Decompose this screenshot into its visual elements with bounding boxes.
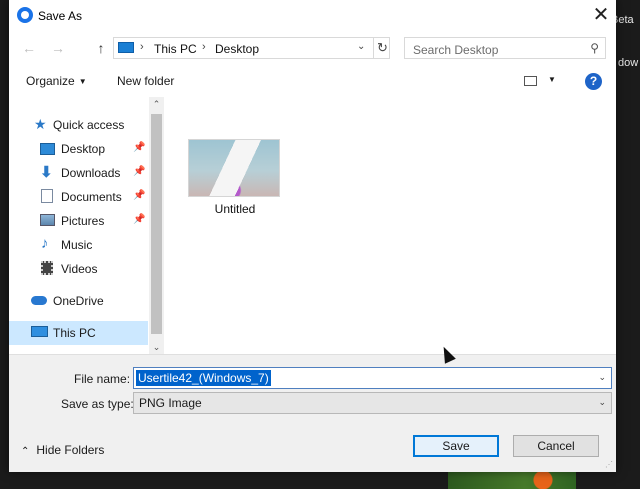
cancel-button[interactable]: Cancel [513,435,599,457]
address-bar[interactable]: › This PC › Desktop ⌄ ↻ [113,37,390,59]
help-icon[interactable]: ? [585,73,602,90]
title-bar: Save As ✕ [9,0,616,31]
back-arrow-icon[interactable]: ← [19,38,39,58]
save-as-dialog: Save As ✕ ← → ↑ › This PC › Desktop ⌄ ↻ … [9,0,616,472]
file-thumbnail [188,139,280,197]
sidebar-item-videos[interactable]: Videos [9,257,149,281]
search-icon: ⚲ [590,41,599,55]
new-folder-button[interactable]: New folder [117,74,174,88]
sidebar-item-label: Documents [61,190,122,204]
documents-icon [41,189,53,203]
pin-icon[interactable]: 📌 [133,166,145,177]
up-arrow-icon[interactable]: ↑ [91,38,111,58]
save-button[interactable]: Save [413,435,499,457]
file-name-value[interactable]: Usertile42_(Windows_7) [136,370,271,386]
file-name-label: File name: [74,372,131,386]
command-toolbar: Organize ▼ New folder ▼ ? [9,66,616,96]
sidebar-item-this-pc[interactable]: This PC [9,321,148,345]
close-button[interactable]: ✕ [586,0,616,31]
breadcrumb-this-pc[interactable]: This PC [154,42,197,56]
file-item-untitled[interactable]: Untitled [187,138,283,218]
pin-icon[interactable]: 📌 [133,214,145,225]
chevron-down-icon[interactable]: ⌄ [598,397,606,408]
hide-folders-label: Hide Folders [36,443,105,457]
background-window-text: dow [618,57,639,69]
chevron-right-icon[interactable]: › [140,41,144,53]
sidebar-item-music[interactable]: ♪ Music [9,233,149,257]
search-input[interactable] [411,41,583,58]
sidebar-item-quick-access[interactable]: ★ Quick access [9,113,149,137]
breadcrumb-desktop[interactable]: Desktop [215,42,259,56]
music-note-icon: ♪ [41,235,49,252]
sidebar-item-label: Music [61,238,93,252]
save-type-label: Save as type: [61,397,134,411]
star-icon: ★ [34,116,47,132]
view-options-icon[interactable] [524,76,537,86]
pin-icon[interactable]: 📌 [133,190,145,201]
scroll-down-icon[interactable]: ⌄ [149,340,164,354]
pictures-icon [40,214,55,226]
navigation-row: ← → ↑ › This PC › Desktop ⌄ ↻ ⚲ [9,35,616,61]
sidebar-item-downloads[interactable]: ⬇ Downloads 📌 [9,161,149,185]
organize-label: Organize [26,74,75,88]
cloud-icon [31,296,47,305]
sidebar-item-label: Desktop [61,142,106,156]
desktop-folder-icon [40,143,55,155]
chrome-app-icon [17,7,33,23]
film-strip-icon [41,261,53,275]
scroll-up-icon[interactable]: ⌃ [149,97,164,111]
refresh-icon[interactable]: ↻ [373,38,391,58]
caret-down-icon[interactable]: ▼ [548,75,556,84]
hide-folders-button[interactable]: ⌃ Hide Folders [21,443,104,457]
resize-grip-icon[interactable]: ⋰ [605,460,613,469]
sidebar-item-label: OneDrive [53,294,104,308]
save-options-panel: File name: Usertile42_(Windows_7) ⌄ Save… [9,354,616,472]
chevron-down-icon[interactable]: ⌄ [598,372,606,383]
sidebar-item-label: Quick access [53,118,125,132]
sidebar-item-desktop[interactable]: Desktop 📌 [9,137,149,161]
sidebar-item-label: Videos [61,262,98,276]
window-title: Save As [38,9,83,23]
navigation-scrollbar[interactable]: ⌃ ⌄ [149,97,164,354]
search-box[interactable]: ⚲ [404,37,606,59]
background-photo [448,470,576,489]
sidebar-item-onedrive[interactable]: OneDrive [9,289,149,313]
organize-button[interactable]: Organize ▼ [26,74,87,88]
file-list-area[interactable]: Untitled [165,97,616,354]
computer-icon [31,326,48,337]
save-type-select[interactable]: PNG Image ⌄ [133,392,612,414]
sidebar-item-label: This PC [53,326,96,340]
chevron-right-icon[interactable]: › [202,41,206,53]
sidebar-item-label: Downloads [61,166,121,180]
computer-icon [118,42,134,53]
forward-arrow-icon[interactable]: → [48,38,68,58]
chevron-down-icon[interactable]: ⌄ [357,41,365,52]
pin-icon[interactable]: 📌 [133,142,145,153]
navigation-pane: ★ Quick access Desktop 📌 ⬇ Downloads 📌 D… [9,96,164,354]
download-arrow-icon: ⬇ [40,164,53,181]
sidebar-item-documents[interactable]: Documents 📌 [9,185,149,209]
sidebar-item-pictures[interactable]: Pictures 📌 [9,209,149,233]
scrollbar-thumb[interactable] [151,114,162,334]
chevron-up-icon: ⌃ [21,446,30,457]
file-name-label: Untitled [214,202,256,216]
caret-down-icon: ▼ [78,77,87,86]
save-type-value: PNG Image [139,396,202,410]
file-name-field[interactable]: Usertile42_(Windows_7) ⌄ [133,367,612,389]
sidebar-item-label: Pictures [61,214,105,228]
